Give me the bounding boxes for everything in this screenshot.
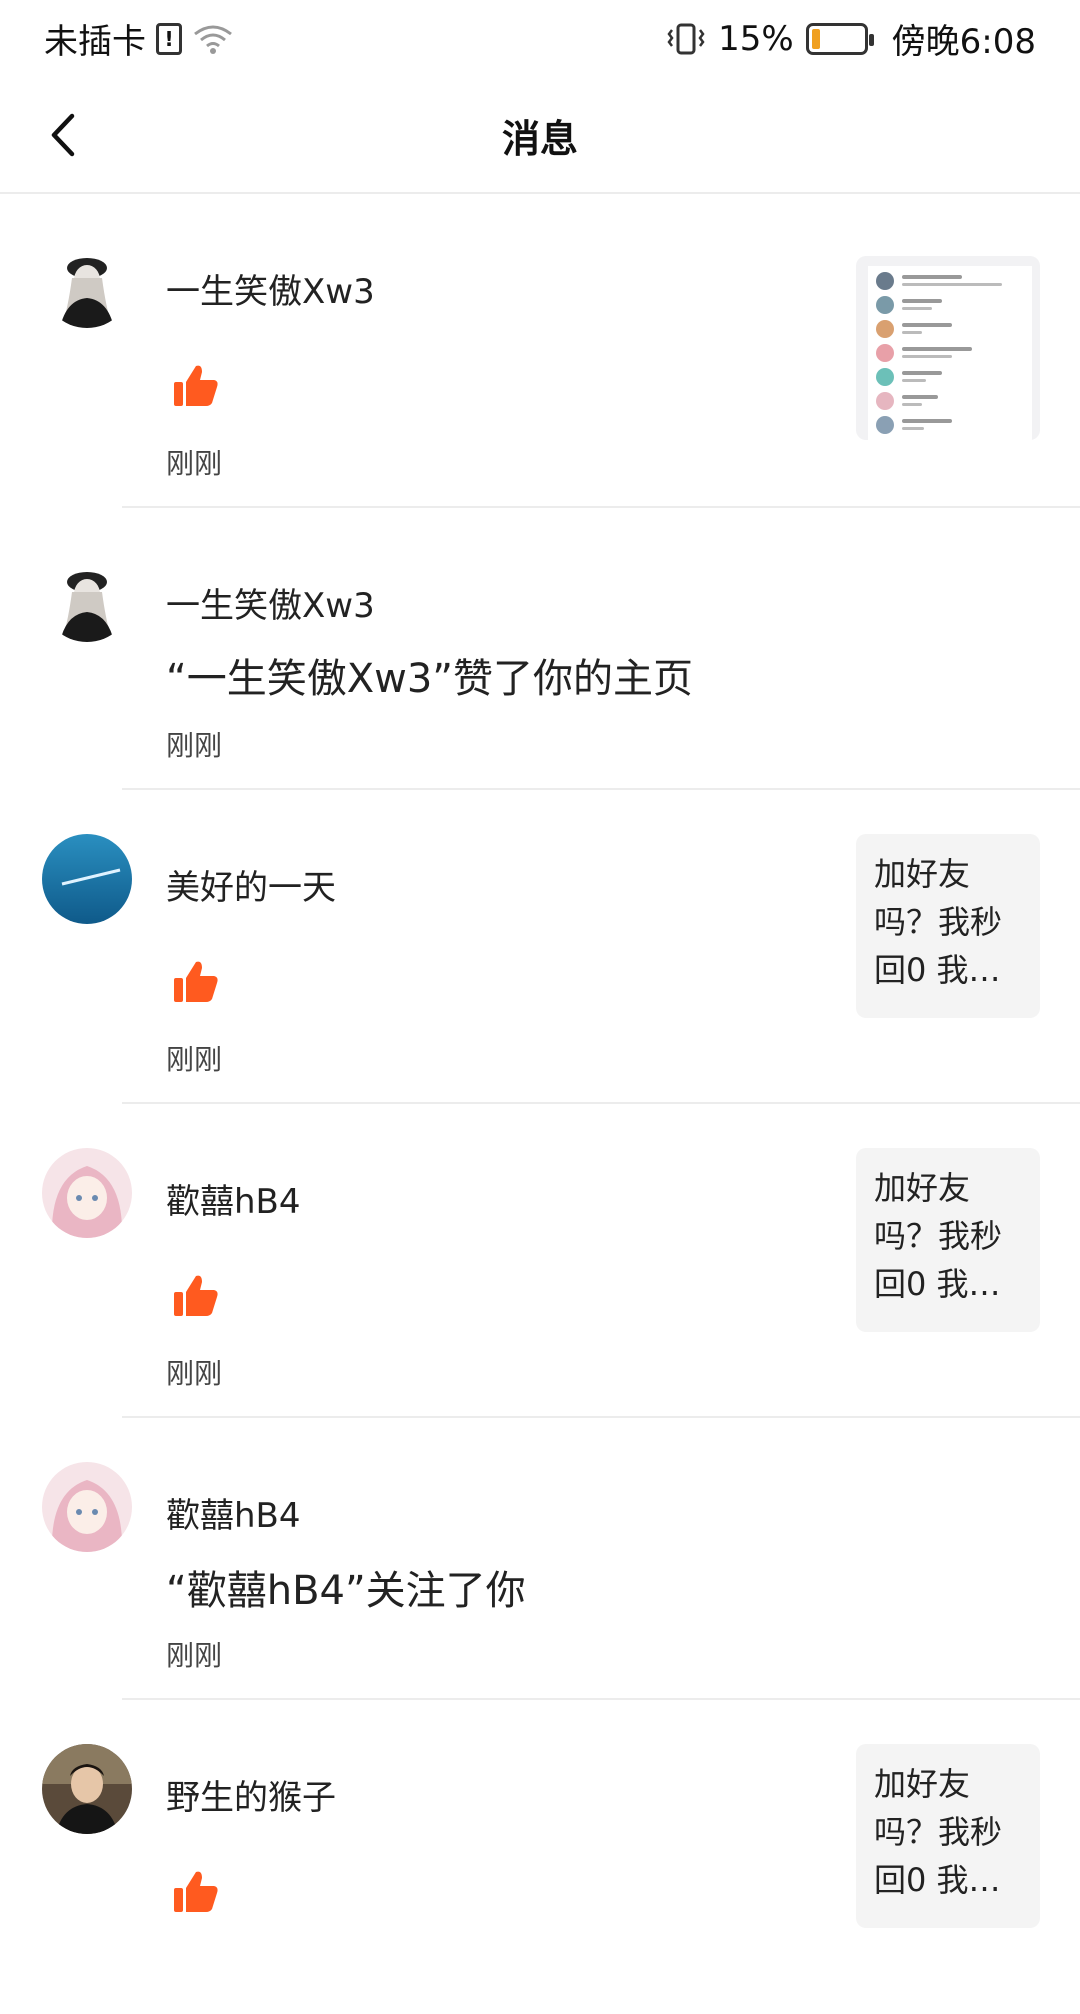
message-time: 刚刚	[166, 447, 223, 480]
list-item[interactable]: 野生的猴子 加好友吗？我秒回0 我…	[0, 1700, 1080, 2014]
post-preview[interactable]: 加好友吗？我秒回0 我…	[856, 834, 1040, 1018]
post-preview[interactable]: 加好友吗？我秒回0 我…	[856, 1148, 1040, 1332]
vibrate-icon	[667, 23, 705, 54]
nav-header: 消息	[0, 78, 1080, 194]
list-item[interactable]: 歡囍hB4 “歡囍hB4”关注了你 刚刚	[0, 1418, 1080, 1700]
avatar[interactable]	[42, 238, 132, 328]
battery-icon	[805, 22, 874, 55]
message-text: “一生笑傲Xw3”赞了你的主页	[166, 656, 694, 702]
avatar[interactable]	[42, 834, 132, 924]
username[interactable]: 美好的一天	[166, 860, 336, 909]
list-item[interactable]: 一生笑傲Xw3 刚刚	[0, 194, 1080, 508]
message-time: 刚刚	[166, 729, 223, 762]
carrier-label: 未插卡	[44, 22, 146, 62]
avatar[interactable]	[42, 1148, 132, 1238]
message-text: “歡囍hB4”关注了你	[166, 1568, 526, 1614]
message-time: 刚刚	[166, 1357, 223, 1390]
avatar[interactable]	[42, 1462, 132, 1552]
username[interactable]: 一生笑傲Xw3	[166, 578, 375, 627]
message-list: 一生笑傲Xw3 刚刚 一生笑傲Xw3 “一生笑傲Xw3”赞了你的主页 刚刚 美好…	[0, 194, 1080, 2014]
avatar[interactable]	[42, 1744, 132, 1834]
list-item[interactable]: 美好的一天 刚刚 加好友吗？我秒回0 我…	[0, 790, 1080, 1104]
avatar[interactable]	[42, 552, 132, 642]
username[interactable]: 歡囍hB4	[166, 1174, 301, 1223]
username[interactable]: 歡囍hB4	[166, 1488, 301, 1537]
username[interactable]: 一生笑傲Xw3	[166, 264, 375, 313]
post-preview[interactable]: 加好友吗？我秒回0 我…	[856, 1744, 1040, 1928]
message-time: 刚刚	[166, 1043, 223, 1076]
thumbs-up-icon	[174, 1275, 218, 1316]
list-item[interactable]: 歡囍hB4 刚刚 加好友吗？我秒回0 我…	[0, 1104, 1080, 1418]
status-bar: 未插卡 ! 15% 傍晚6:08	[0, 0, 1080, 78]
battery-percent: 15%	[718, 18, 794, 59]
status-time: 傍晚6:08	[891, 22, 1036, 62]
page-title: 消息	[501, 117, 578, 161]
thumbs-up-icon	[174, 1871, 218, 1912]
thumbs-up-icon	[174, 365, 218, 406]
thumbs-up-icon	[174, 961, 218, 1002]
post-thumbnail[interactable]	[856, 256, 1040, 440]
message-time: 刚刚	[166, 1639, 223, 1672]
wifi-icon	[194, 25, 232, 54]
sim-alert-icon: !	[156, 22, 182, 55]
username[interactable]: 野生的猴子	[166, 1770, 336, 1819]
list-item[interactable]: 一生笑傲Xw3 “一生笑傲Xw3”赞了你的主页 刚刚	[0, 508, 1080, 790]
